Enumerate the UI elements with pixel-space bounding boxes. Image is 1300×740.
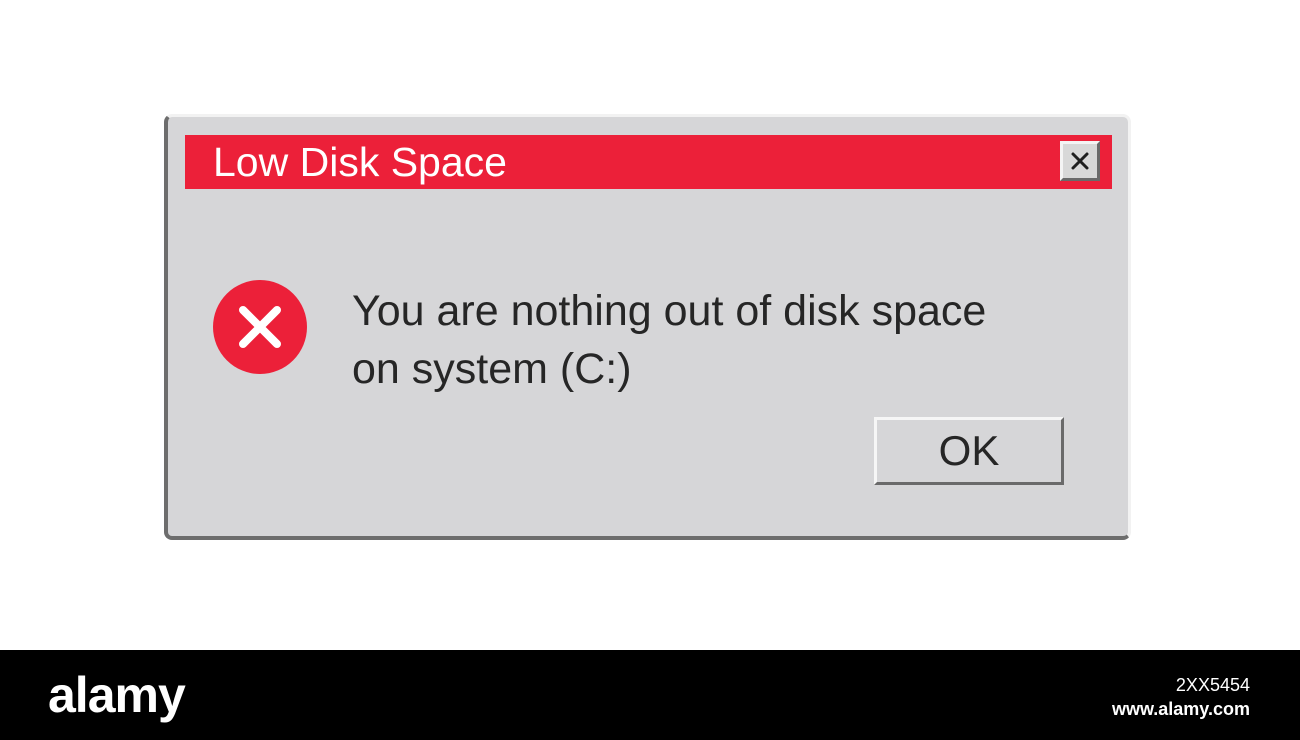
footer-url: www.alamy.com — [1111, 699, 1250, 719]
error-icon — [213, 280, 307, 374]
dialog-title: Low Disk Space — [213, 139, 507, 185]
message-line: You are nothing out of disk space — [352, 287, 987, 335]
footer-brand: alamy — [48, 667, 186, 723]
close-button[interactable] — [1060, 141, 1100, 181]
dialog-titlebar[interactable]: Low Disk Space — [185, 135, 1112, 189]
footer-image-id: 2XX5454 — [1175, 675, 1250, 695]
error-dialog: Low Disk Space You are nothing out of di… — [164, 114, 1131, 540]
message-line: on system (C:) — [352, 345, 632, 393]
stock-footer: alamy 2XX5454 www.alamy.com — [0, 650, 1300, 740]
dialog-message: You are nothing out of disk space on sys… — [352, 282, 1092, 398]
close-icon — [1071, 152, 1089, 170]
ok-button[interactable]: OK — [874, 417, 1064, 485]
canvas: Low Disk Space You are nothing out of di… — [0, 0, 1300, 650]
